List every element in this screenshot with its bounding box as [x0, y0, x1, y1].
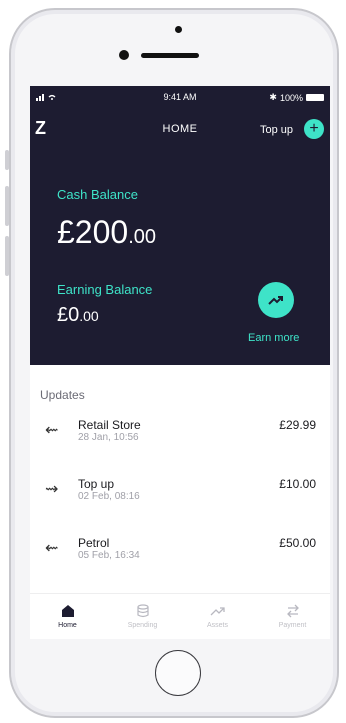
transaction-row[interactable]: ⇜ Petrol 05 Feb, 16:34 £50.00: [30, 532, 330, 572]
proximity-sensor: [175, 26, 182, 33]
cash-decimal: .00: [128, 226, 156, 248]
status-right: ✱ 100%: [269, 92, 324, 103]
bluetooth-icon: ✱: [269, 92, 277, 102]
earn-more-button[interactable]: [258, 282, 294, 318]
outgoing-icon: ⇜: [45, 540, 59, 557]
transaction-amount: £10.00: [279, 477, 316, 491]
trend-up-icon: [268, 296, 283, 305]
volume-up-button: [5, 186, 9, 226]
transfer-icon: [286, 604, 299, 618]
transaction-row[interactable]: ⇜ Retail Store 28 Jan, 10:56 £29.99: [30, 414, 330, 454]
earning-decimal: .00: [79, 308, 99, 324]
home-button[interactable]: [155, 650, 201, 696]
earning-balance-label: Earning Balance: [57, 282, 153, 297]
status-bar: 9:41 AM ✱ 100%: [30, 92, 330, 106]
incoming-icon: ⇝: [45, 481, 59, 498]
transaction-name: Top up: [78, 477, 115, 491]
volume-down-button: [5, 236, 9, 276]
front-camera: [119, 50, 129, 60]
tab-label: Payment: [278, 622, 307, 629]
balance-panel: 9:41 AM ✱ 100% Z HOME Top up + Cash Bala…: [30, 86, 330, 365]
trend-icon: [210, 607, 225, 616]
outgoing-icon: ⇜: [45, 422, 59, 439]
top-up-button[interactable]: +: [304, 119, 324, 139]
home-icon: [61, 605, 74, 617]
top-up-label[interactable]: Top up: [260, 124, 293, 136]
earpiece-speaker: [141, 53, 199, 58]
cash-balance-amount: £200.00: [57, 214, 156, 251]
transaction-amount: £29.99: [279, 418, 316, 432]
tab-payment[interactable]: Payment: [255, 594, 330, 639]
transaction-date: 05 Feb, 16:34: [78, 550, 140, 561]
earning-balance-amount: £0.00: [57, 304, 99, 327]
tab-label: Home: [58, 622, 77, 629]
battery-icon: [306, 94, 324, 101]
tab-label: Spending: [127, 622, 158, 629]
transaction-date: 02 Feb, 08:16: [78, 491, 140, 502]
cash-balance-label: Cash Balance: [57, 187, 138, 202]
transaction-name: Retail Store: [78, 418, 141, 432]
cash-whole: £200: [57, 214, 129, 250]
transaction-date: 28 Jan, 10:56: [78, 432, 139, 443]
side-button: [5, 150, 9, 170]
app-screen: 9:41 AM ✱ 100% Z HOME Top up + Cash Bala…: [30, 86, 330, 639]
tab-label: Assets: [206, 622, 228, 629]
updates-heading: Updates: [40, 388, 85, 402]
coins-icon: [136, 604, 149, 618]
tab-home[interactable]: Home: [30, 594, 105, 639]
transaction-name: Petrol: [78, 536, 110, 550]
bottom-tab-bar: Home Spending Assets Payment: [30, 593, 330, 639]
transaction-amount: £50.00: [279, 536, 316, 550]
earn-more-label[interactable]: Earn more: [248, 332, 299, 344]
transaction-row[interactable]: ⇝ Top up 02 Feb, 08:16 £10.00: [30, 473, 330, 513]
tab-spending[interactable]: Spending: [105, 594, 180, 639]
tab-assets[interactable]: Assets: [180, 594, 255, 639]
battery-percent: 100%: [279, 92, 303, 103]
earning-whole: £0: [57, 304, 80, 326]
